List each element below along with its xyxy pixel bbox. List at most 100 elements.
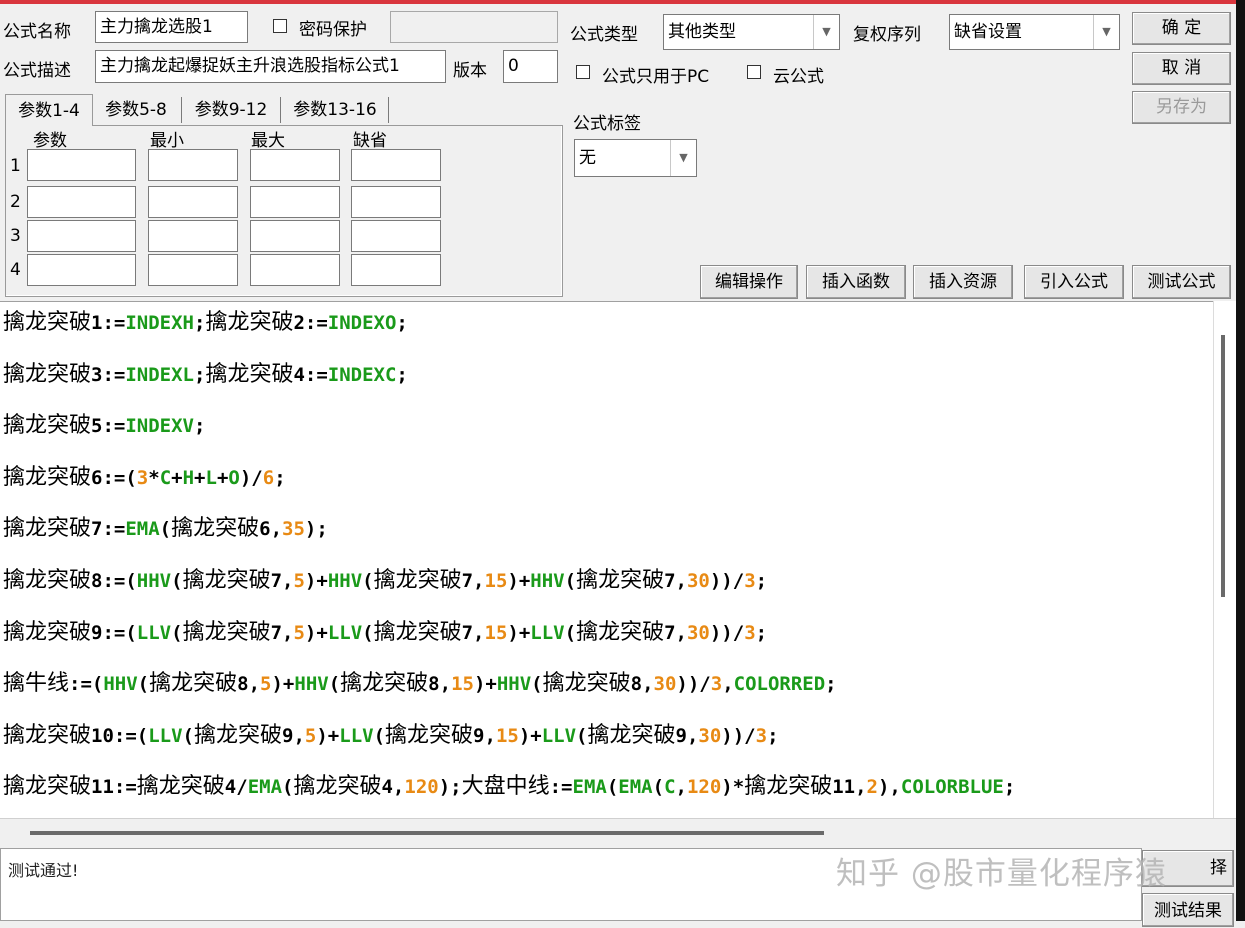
tab-params-13-16[interactable]: 参数13-16 (285, 94, 385, 126)
horizontal-scrollbar-thumb[interactable] (30, 831, 824, 835)
code-operator: := (549, 776, 573, 798)
code-number: 5 (293, 570, 305, 592)
code-operator: 6:=( (91, 467, 137, 489)
cloud-formula-checkbox[interactable] (747, 65, 761, 79)
param-row-number: 2 (10, 192, 21, 212)
code-number: 2 (866, 776, 878, 798)
code-number: 15 (484, 570, 508, 592)
vertical-scrollbar-thumb[interactable] (1221, 335, 1225, 597)
formula-type-value: 其他类型 (668, 22, 736, 42)
formula-desc-input[interactable]: 主力擒龙起爆捉妖主升浪选股指标公式1 (95, 50, 446, 83)
code-identifier: 擒龙突破 (340, 671, 429, 696)
param-max-input[interactable] (250, 220, 340, 252)
background-window-edge (1236, 0, 1245, 921)
code-function: COLORBLUE (900, 776, 1004, 798)
param-max-input[interactable] (250, 186, 340, 218)
code-operator: ); (304, 518, 328, 540)
code-identifier: 擒龙突破 (182, 620, 271, 645)
code-operator: 4:= (293, 364, 328, 386)
code-operator: , (722, 673, 734, 695)
code-function: HHV (327, 570, 363, 592)
insert-function-button[interactable]: 插入函数 (806, 265, 906, 299)
code-operator: 7, (461, 622, 485, 644)
code-operator: 4/ (224, 776, 248, 798)
horizontal-scrollbar[interactable] (0, 818, 1236, 848)
code-function: HHV (294, 673, 329, 695)
code-identifier: 擒龙突破 (373, 620, 462, 645)
insert-resource-button[interactable]: 插入资源 (913, 265, 1013, 299)
formula-type-label: 公式类型 (570, 25, 638, 45)
code-function: HHV (103, 673, 138, 695)
param-default-input[interactable] (351, 186, 441, 218)
code-line: 擒龙突破6:=(3*C+H+L+O)/6; (3, 463, 286, 493)
code-operator: 7, (664, 570, 687, 592)
code-operator: ( (282, 776, 294, 798)
formula-tag-select[interactable]: 无 ▼ (574, 139, 697, 177)
code-operator: ( (531, 673, 543, 695)
formula-name-input[interactable]: 主力擒龙选股1 (95, 11, 248, 43)
param-min-input[interactable] (148, 149, 238, 181)
code-operator: ( (159, 518, 172, 540)
code-operator: ; (755, 570, 768, 592)
cloud-formula-label: 云公式 (773, 67, 824, 87)
param-name-input[interactable] (27, 186, 136, 218)
formula-type-select[interactable]: 其他类型 ▼ (663, 14, 840, 50)
param-col-header: 参数 (33, 131, 67, 151)
param-default-input[interactable] (351, 149, 441, 181)
save-as-button[interactable]: 另存为 (1132, 91, 1231, 124)
code-operator: ; (396, 312, 408, 334)
param-default-input[interactable] (351, 254, 441, 286)
param-min-input[interactable] (148, 254, 238, 286)
code-operator: ; (193, 415, 206, 437)
code-identifier: 擒龙突破 (744, 774, 833, 799)
chevron-down-icon[interactable]: ▼ (813, 15, 839, 49)
param-max-input[interactable] (250, 149, 340, 181)
code-operator: )+ (507, 570, 531, 592)
chevron-down-icon[interactable]: ▼ (670, 140, 696, 176)
code-identifier: 擒龙突破 (136, 774, 225, 799)
param-name-input[interactable] (27, 220, 136, 252)
rights-series-select[interactable]: 缺省设置 ▼ (949, 14, 1120, 50)
test-formula-button[interactable]: 测试公式 (1132, 265, 1231, 299)
param-name-input[interactable] (27, 149, 136, 181)
password-input[interactable] (390, 11, 558, 43)
test-result-button[interactable]: 测试结果 (1142, 893, 1234, 927)
code-editor[interactable]: 擒龙突破1:=INDEXH;擒龙突破2:=INDEXO; 擒龙突破3:=INDEX… (0, 301, 1236, 818)
tab-params-9-12[interactable]: 参数9-12 (186, 94, 276, 126)
pc-only-label: 公式只用于PC (602, 67, 710, 87)
code-identifier: 擒龙突破 (171, 516, 260, 541)
tab-params-1-4[interactable]: 参数1-4 (5, 94, 93, 126)
import-formula-button[interactable]: 引入公式 (1024, 265, 1124, 299)
code-identifier: 擒龙突破 (3, 620, 92, 645)
param-min-input[interactable] (148, 220, 238, 252)
code-operator: 8, (237, 673, 261, 695)
password-label: 密码保护 (299, 20, 367, 40)
code-identifier: 擒龙突破 (3, 362, 92, 387)
code-number: 30 (653, 673, 677, 695)
code-operator: )/ (239, 467, 263, 489)
param-default-input[interactable] (351, 220, 441, 252)
rights-series-label: 复权序列 (853, 25, 921, 45)
code-number: 3 (710, 673, 723, 695)
pc-only-checkbox[interactable] (576, 65, 590, 79)
code-operator: 7, (270, 622, 294, 644)
code-operator: )+ (304, 622, 328, 644)
code-identifier: 擒牛线 (3, 671, 70, 696)
code-operator: 9, (473, 725, 496, 747)
param-min-input[interactable] (148, 186, 238, 218)
ok-button[interactable]: 确 定 (1132, 12, 1231, 45)
code-operator: ( (328, 673, 341, 695)
code-operator: 8, (630, 673, 654, 695)
edit-operations-button[interactable]: 编辑操作 (700, 265, 798, 299)
code-operator: 11:= (91, 776, 137, 798)
password-checkbox[interactable] (273, 19, 287, 33)
code-operator: ; (1003, 776, 1016, 798)
version-input[interactable]: 0 (503, 50, 558, 83)
code-operator: ( (171, 622, 183, 644)
param-name-input[interactable] (27, 254, 136, 286)
chevron-down-icon[interactable]: ▼ (1093, 15, 1119, 49)
tab-params-5-8[interactable]: 参数5-8 (96, 94, 176, 126)
code-number: 3 (755, 725, 768, 747)
cancel-button[interactable]: 取 消 (1132, 52, 1231, 85)
param-max-input[interactable] (250, 254, 340, 286)
